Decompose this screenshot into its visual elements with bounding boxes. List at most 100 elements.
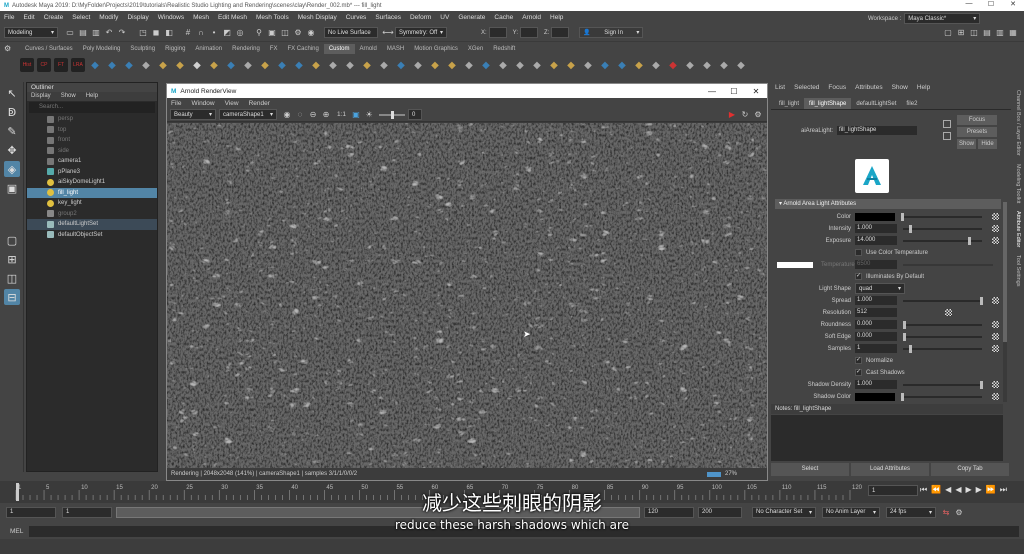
outliner-menu-show[interactable]: Show bbox=[61, 92, 76, 101]
shelf-tool-38-icon[interactable]: ◆ bbox=[649, 58, 663, 72]
menu-uv[interactable]: UV bbox=[440, 14, 449, 21]
color-attr-slider[interactable] bbox=[901, 212, 982, 221]
select-component-icon[interactable]: ◧ bbox=[163, 27, 175, 39]
layout-four-icon[interactable]: ⊞ bbox=[955, 27, 967, 39]
exposure-attr-map-icon[interactable] bbox=[992, 237, 999, 244]
exposure-attr-field[interactable]: 14.000 bbox=[855, 236, 897, 245]
illuminates-by-default-checkbox[interactable]: ✓ bbox=[855, 273, 862, 280]
shadow-color-attr-slider[interactable] bbox=[901, 392, 982, 401]
shelf-tool-4-icon[interactable]: LRA bbox=[71, 58, 85, 72]
light-shape-dropdown[interactable]: quad ▾ bbox=[855, 283, 905, 294]
shelf-tool-8-icon[interactable]: ◆ bbox=[139, 58, 153, 72]
renderview-minimize-button[interactable]: — bbox=[701, 87, 723, 96]
outliner-item-side[interactable]: side bbox=[27, 146, 157, 157]
sign-in-button[interactable]: 👤 Sign In ▾ bbox=[579, 27, 644, 38]
rotate-tool-icon[interactable]: ◈ bbox=[4, 161, 20, 177]
spread-attr-map-icon[interactable] bbox=[992, 297, 999, 304]
menu-cache[interactable]: Cache bbox=[494, 14, 513, 21]
show-button[interactable]: Show bbox=[957, 139, 976, 149]
render-settings-icon[interactable]: ⚙ bbox=[292, 27, 304, 39]
menu-edit[interactable]: Edit bbox=[23, 14, 34, 21]
shadow-color-attr-swatch[interactable] bbox=[855, 392, 895, 401]
outliner-item-top[interactable]: top bbox=[27, 125, 157, 136]
roundness-attr-map-icon[interactable] bbox=[992, 321, 999, 328]
menu-display[interactable]: Display bbox=[127, 14, 148, 21]
ae-tab-file2[interactable]: file2 bbox=[901, 98, 922, 109]
side-tab-channel-box[interactable]: Channel Box / Layer Editor bbox=[1015, 90, 1021, 156]
shelf-tab-fx[interactable]: FX bbox=[265, 44, 283, 54]
outliner-item-camera1[interactable]: camera1 bbox=[27, 156, 157, 167]
outliner-item-defaultobjectset[interactable]: defaultObjectSet bbox=[27, 230, 157, 241]
menu-arnold[interactable]: Arnold bbox=[522, 14, 541, 21]
ipr-icon[interactable]: ◫ bbox=[279, 27, 291, 39]
soft-edge-attr-field[interactable]: 0.000 bbox=[855, 332, 897, 341]
shelf-tool-28-icon[interactable]: ◆ bbox=[479, 58, 493, 72]
shelf-tool-12-icon[interactable]: ◆ bbox=[207, 58, 221, 72]
shelf-tool-22-icon[interactable]: ◆ bbox=[377, 58, 391, 72]
open-scene-icon[interactable]: ▤ bbox=[77, 27, 89, 39]
shelf-tool-29-icon[interactable]: ◆ bbox=[496, 58, 510, 72]
lasso-tool-icon[interactable]: ↁ bbox=[4, 104, 20, 120]
menu-create[interactable]: Create bbox=[44, 14, 64, 21]
ae-tab-fill-light[interactable]: fill_light bbox=[774, 98, 804, 109]
layout-outliner-icon[interactable]: ▦ bbox=[1007, 27, 1019, 39]
shelf-tool-25-icon[interactable]: ◆ bbox=[428, 58, 442, 72]
shelf-tool-5-icon[interactable]: ◆ bbox=[88, 58, 102, 72]
ratio-label[interactable]: 1:1 bbox=[337, 111, 346, 118]
two-pane-icon[interactable]: ◫ bbox=[4, 270, 20, 286]
snap-live-icon[interactable]: ◎ bbox=[234, 27, 246, 39]
shelf-tool-6-icon[interactable]: ◆ bbox=[105, 58, 119, 72]
shelf-settings-icon[interactable]: ⚙ bbox=[4, 44, 18, 76]
hide-button[interactable]: Hide bbox=[978, 139, 997, 149]
menu-select[interactable]: Select bbox=[72, 14, 90, 21]
renderview-close-button[interactable]: ✕ bbox=[745, 87, 767, 96]
shelf-tool-40-icon[interactable]: ◆ bbox=[683, 58, 697, 72]
shelf-tool-21-icon[interactable]: ◆ bbox=[360, 58, 374, 72]
color-attr-map-icon[interactable] bbox=[992, 213, 999, 220]
outliner-search-input[interactable]: Search... bbox=[29, 102, 155, 113]
intensity-attr-field[interactable]: 1.000 bbox=[855, 224, 897, 233]
shelf-tab-rendering[interactable]: Rendering bbox=[227, 44, 265, 54]
color-attr-swatch[interactable] bbox=[855, 212, 895, 221]
shelf-tool-26-icon[interactable]: ◆ bbox=[445, 58, 459, 72]
side-tab-attribute-editor[interactable]: Attribute Editor bbox=[1015, 211, 1021, 247]
move-tool-icon[interactable]: ✥ bbox=[4, 142, 20, 158]
roundness-attr-slider[interactable] bbox=[903, 320, 982, 329]
zoom-icon[interactable]: ⊖ bbox=[307, 109, 319, 121]
refresh-icon[interactable]: ↻ bbox=[739, 109, 751, 121]
outliner-layout-icon[interactable]: ⊟ bbox=[4, 289, 20, 305]
outliner-item-defaultlightset[interactable]: defaultLightSet bbox=[27, 219, 157, 230]
menu-mesh-display[interactable]: Mesh Display bbox=[298, 14, 337, 21]
single-pane-icon[interactable]: ▢ bbox=[4, 232, 20, 248]
settings-icon[interactable]: ⚙ bbox=[752, 109, 764, 121]
outliner-item-fill-light[interactable]: fill_light bbox=[27, 187, 157, 198]
render-play-icon[interactable]: ▶ bbox=[726, 109, 738, 121]
shelf-tab-animation[interactable]: Animation bbox=[190, 44, 227, 54]
new-scene-icon[interactable]: ▭ bbox=[64, 27, 76, 39]
ae-tab-defaultlightset[interactable]: defaultLightSet bbox=[851, 98, 901, 109]
shelf-tab-arnold[interactable]: Arnold bbox=[355, 44, 382, 54]
shelf-tab-redshift[interactable]: Redshift bbox=[488, 44, 520, 54]
rv-menu-render[interactable]: Render bbox=[249, 100, 270, 107]
exposure-attr-slider[interactable] bbox=[903, 236, 982, 245]
ae-scrollbar[interactable] bbox=[1003, 202, 1007, 402]
workspace-dropdown[interactable]: Maya Classic* ▾ bbox=[904, 13, 981, 24]
paint-select-icon[interactable]: ✎ bbox=[4, 123, 20, 139]
layout-single-icon[interactable]: ▢ bbox=[942, 27, 954, 39]
snap-grid-icon[interactable]: # bbox=[182, 27, 194, 39]
shelf-tool-19-icon[interactable]: ◆ bbox=[326, 58, 340, 72]
x-field[interactable] bbox=[488, 27, 507, 38]
shelf-tab-sculpting[interactable]: Sculpting bbox=[125, 44, 160, 54]
snap-surface-icon[interactable]: ◩ bbox=[221, 27, 233, 39]
menu-surfaces[interactable]: Surfaces bbox=[375, 14, 401, 21]
rv-menu-window[interactable]: Window bbox=[191, 100, 214, 107]
shelf-tool-31-icon[interactable]: ◆ bbox=[530, 58, 544, 72]
samples-attr-slider[interactable] bbox=[903, 344, 982, 353]
ae-node-field[interactable]: fill_lightShape bbox=[837, 126, 918, 135]
shadow-density-attr-field[interactable]: 1.000 bbox=[855, 380, 897, 389]
shelf-tab-fx-caching[interactable]: FX Caching bbox=[282, 44, 323, 54]
channel-rgb-icon[interactable]: ◉ bbox=[281, 109, 293, 121]
outliner-item-front[interactable]: front bbox=[27, 135, 157, 146]
renderview-maximize-button[interactable]: ☐ bbox=[723, 87, 745, 96]
rv-menu-file[interactable]: File bbox=[171, 100, 181, 107]
